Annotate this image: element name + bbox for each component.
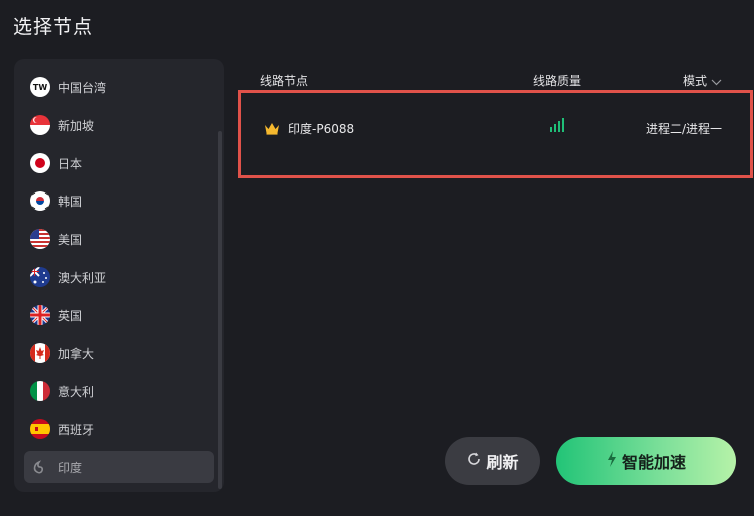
region-label: 西班牙 [58, 422, 95, 437]
region-label: 中国台湾 [58, 80, 107, 95]
region-sidebar: TW 中国台湾 新加坡 日本 韩国 美国 澳大利亚 英国 加拿大 意大利 西班牙… [14, 59, 224, 492]
node-mode: 进程二/进程一 [646, 122, 723, 136]
region-label: 英国 [58, 308, 83, 323]
region-label: 印度 [58, 460, 83, 475]
region-item-korea[interactable]: 韩国 [24, 185, 214, 217]
lightning-icon [606, 450, 622, 472]
region-item-india[interactable]: 印度 [24, 451, 214, 483]
column-header-mode[interactable]: 模式 [683, 72, 722, 89]
tw-flag-text: TW [32, 82, 48, 92]
region-item-usa[interactable]: 美国 [24, 223, 214, 255]
crown-icon [264, 120, 280, 139]
tw-flag-icon: TW [30, 77, 50, 97]
kr-flag-icon [30, 191, 50, 211]
ca-flag-icon [30, 343, 50, 363]
it-flag-icon [30, 381, 50, 401]
gb-flag-icon [30, 305, 50, 325]
region-label: 新加坡 [58, 118, 95, 133]
region-item-spain[interactable]: 西班牙 [24, 413, 214, 445]
es-flag-icon [30, 419, 50, 439]
region-label: 意大利 [58, 384, 95, 399]
signal-strength-icon [548, 117, 564, 137]
region-item-italy[interactable]: 意大利 [24, 375, 214, 407]
refresh-icon [466, 451, 486, 471]
mode-header-label: 模式 [683, 74, 708, 88]
region-label: 美国 [58, 232, 83, 247]
india-icon [30, 457, 50, 477]
region-label: 韩国 [58, 194, 83, 209]
region-item-japan[interactable]: 日本 [24, 147, 214, 179]
sg-flag-icon [30, 115, 50, 135]
jp-flag-icon [30, 153, 50, 173]
column-header-node: 线路节点 [260, 74, 309, 88]
region-item-taiwan[interactable]: TW 中国台湾 [24, 71, 214, 103]
page-title: 选择节点 [13, 16, 94, 38]
smart-boost-label: 智能加速 [621, 453, 686, 472]
node-row[interactable]: 印度-P6088 进程二/进程一 [238, 90, 753, 178]
region-label: 日本 [58, 156, 83, 171]
region-item-singapore[interactable]: 新加坡 [24, 109, 214, 141]
us-flag-icon [30, 229, 50, 249]
node-name: 印度-P6088 [288, 122, 355, 136]
refresh-button[interactable]: 刷新 [445, 437, 540, 485]
region-item-australia[interactable]: 澳大利亚 [24, 261, 214, 293]
au-flag-icon [30, 267, 50, 287]
chevron-down-icon [711, 75, 722, 89]
region-label: 加拿大 [58, 346, 95, 361]
region-item-canada[interactable]: 加拿大 [24, 337, 214, 369]
smart-boost-button[interactable]: 智能加速 [556, 437, 736, 485]
sidebar-scrollbar[interactable] [218, 131, 222, 489]
region-label: 澳大利亚 [58, 270, 107, 285]
region-item-uk[interactable]: 英国 [24, 299, 214, 331]
refresh-label: 刷新 [486, 453, 519, 472]
column-header-quality: 线路质量 [533, 74, 582, 88]
